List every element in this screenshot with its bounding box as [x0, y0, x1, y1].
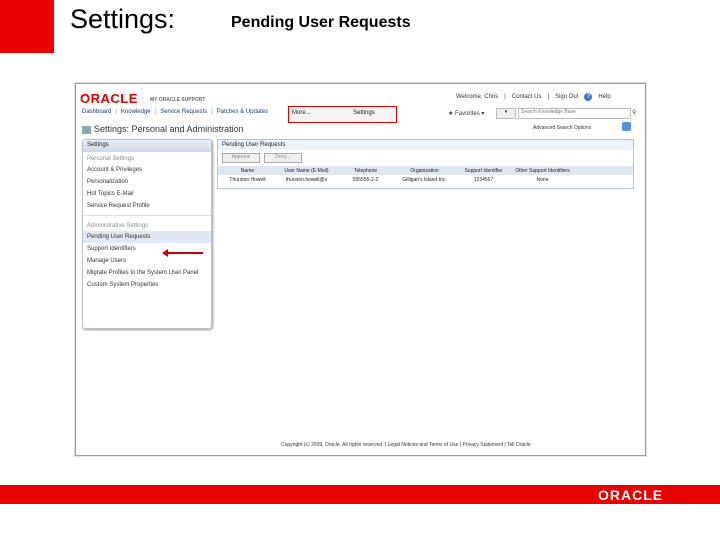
- copyright-footer: Copyright (c) 2009, Oracle. All rights r…: [281, 442, 531, 448]
- contact-link[interactable]: Contact Us: [512, 94, 542, 100]
- product-name: MY ORACLE SUPPORT: [150, 97, 206, 103]
- table-header: Name User Name (E-Mail) Telephone Organi…: [218, 166, 633, 175]
- sidebar-item-custom-props[interactable]: Custom System Properties: [83, 279, 211, 291]
- main-nav: Dashboard | Knowledge | Service Requests | …: [82, 109, 269, 115]
- col-organization[interactable]: Organization: [395, 168, 454, 174]
- sidebar-item-hot-topics[interactable]: Hot Topics E-Mail: [83, 188, 211, 200]
- pointer-arrow: [162, 249, 203, 257]
- sidebar-header: Settings: [83, 140, 211, 152]
- help-icon[interactable]: ?: [584, 93, 593, 101]
- oracle-logo: ORACLE: [80, 91, 138, 106]
- footer-oracle-logo: ORACLE: [598, 487, 664, 503]
- favorites-menu[interactable]: ★ Favorites ▾: [448, 110, 484, 117]
- slide-subtitle: Pending User Requests: [231, 14, 411, 31]
- nav-knowledge[interactable]: Knowledge: [121, 109, 151, 115]
- nav-service-requests[interactable]: Service Requests: [160, 109, 207, 115]
- search-input[interactable]: Search Knowledge Base: [518, 108, 631, 119]
- personal-section-label: Personal Settings: [87, 156, 135, 162]
- col-other-ids[interactable]: Other Support Identifiers: [513, 168, 572, 174]
- sidebar-item-sr-profile[interactable]: Service Request Profile: [83, 200, 211, 212]
- welcome-text: Welcome, Chris: [456, 94, 499, 100]
- sidebar-item-manage-users[interactable]: Manage Users: [83, 255, 211, 267]
- admin-section-label: Administrative Settings: [87, 223, 149, 229]
- title-accent-block: [0, 0, 54, 53]
- nav-dashboard[interactable]: Dashboard: [82, 109, 111, 115]
- sidebar-item-account[interactable]: Account & Privileges: [83, 164, 211, 176]
- help-link[interactable]: Help: [598, 94, 610, 100]
- col-username[interactable]: User Name (E-Mail): [277, 168, 336, 174]
- cell-organization: Gilligan's Island Inc.: [402, 176, 447, 183]
- sidebar-item-migrate[interactable]: Migrate Profiles to the System User Pane…: [83, 267, 211, 279]
- more-dropdown[interactable]: More...: [292, 110, 311, 116]
- panel-title: Pending User Requests: [218, 140, 633, 150]
- cell-telephone: 555555-2-2: [352, 176, 379, 183]
- signout-link[interactable]: Sign Out: [555, 94, 578, 100]
- col-telephone[interactable]: Telephone: [336, 168, 395, 174]
- settings-icon: [82, 125, 91, 134]
- search-icon[interactable]: ⚲: [632, 109, 636, 116]
- cell-support-id: 1234567: [473, 176, 494, 183]
- search-scope-select[interactable]: ▾: [496, 108, 516, 119]
- page-title: Settings: Personal and Administration: [82, 124, 244, 134]
- deny-button[interactable]: Deny...: [264, 153, 302, 163]
- col-name[interactable]: Name: [218, 168, 277, 174]
- settings-sidebar: Settings Personal Settings Account & Pri…: [82, 139, 212, 329]
- approve-button[interactable]: Approve: [222, 153, 260, 163]
- nav-patches[interactable]: Patches & Updates: [217, 109, 268, 115]
- col-support-id[interactable]: Support Identifier: [454, 168, 513, 174]
- screenshot-frame: ORACLE MY ORACLE SUPPORT Welcome, Chris …: [75, 83, 646, 456]
- slide-title: Settings:: [70, 4, 176, 34]
- cell-username: thurston.howell@s: [285, 176, 328, 183]
- top-links: Welcome, Chris | Contact Us | Sign Out ?…: [456, 93, 611, 101]
- sidebar-item-pending-requests[interactable]: Pending User Requests: [83, 231, 211, 243]
- advanced-search-link[interactable]: Advanced Search Options: [533, 125, 591, 131]
- refresh-icon[interactable]: [622, 122, 631, 131]
- cell-name: Thurston Howell: [229, 176, 266, 183]
- table-row[interactable]: Thurston Howell thurston.howell@s 555555…: [218, 175, 633, 184]
- settings-tab[interactable]: Settings: [353, 110, 375, 116]
- sidebar-item-personalization[interactable]: Personalization: [83, 176, 211, 188]
- cell-other-ids: None: [536, 176, 549, 183]
- pending-requests-panel: Pending User Requests Approve Deny... Na…: [217, 139, 634, 189]
- highlight-box: More... Settings: [288, 106, 397, 123]
